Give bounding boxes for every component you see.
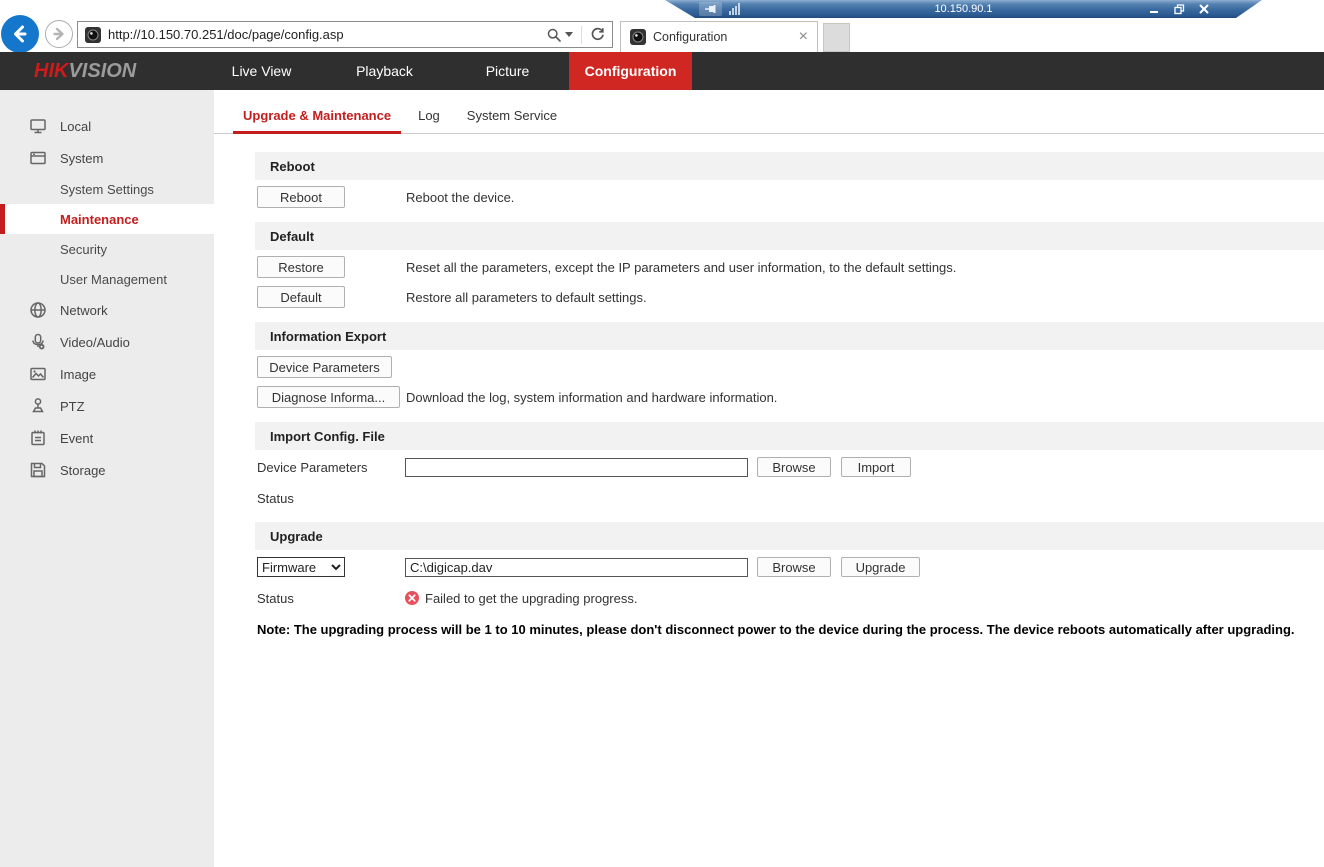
sidebar-item-maintenance[interactable]: Maintenance [0,204,214,234]
sidebar-item-storage[interactable]: Storage [0,454,214,486]
tab-close-icon[interactable]: × [799,29,808,45]
logo-vision: VISION [68,60,136,82]
section-header-information-export: Information Export [255,322,1324,350]
sidebar-item-system[interactable]: System [0,142,214,174]
sidebar: Local System System Settings Maintenance… [0,90,214,867]
import-button[interactable]: Import [841,457,911,477]
refresh-icon [590,27,605,42]
rdp-minimize-button[interactable] [1148,3,1160,15]
sidebar-item-image[interactable]: Image [0,358,214,390]
search-button[interactable] [547,28,573,42]
browser-forward-button[interactable] [45,20,73,48]
restore-button[interactable]: Restore [257,256,345,278]
error-status-icon [405,591,419,605]
section-header-reboot: Reboot [255,152,1324,180]
import-file-input[interactable] [405,458,748,477]
upgrade-button[interactable]: Upgrade [841,557,920,577]
sidebar-item-video-audio[interactable]: Video/Audio [0,326,214,358]
sidebar-item-event[interactable]: Event [0,422,214,454]
reboot-description: Reboot the device. [406,190,514,205]
import-config-row: Device Parameters Browse Import [257,456,1324,478]
nav-item-configuration[interactable]: Configuration [569,52,692,90]
floppy-disk-icon [29,461,47,479]
picture-icon [29,365,47,383]
import-status-row: Status [257,488,1324,508]
diagnose-information-row: Diagnose Informa... Download the log, sy… [257,386,1324,408]
close-icon [1199,4,1209,14]
reboot-button[interactable]: Reboot [257,186,345,208]
diagnose-description: Download the log, system information and… [406,390,777,405]
sidebar-item-ptz[interactable]: PTZ [0,390,214,422]
main-nav: Live View Playback Picture Configuration [200,52,692,90]
microphone-icon [29,333,47,351]
sidebar-item-network[interactable]: Network [0,294,214,326]
upgrade-status-label: Status [257,591,405,606]
section-header-import-config: Import Config. File [255,422,1324,450]
restore-row: Restore Reset all the parameters, except… [257,256,1324,278]
browser-back-button[interactable] [1,15,39,53]
nav-item-picture[interactable]: Picture [446,52,569,90]
restore-description: Reset all the parameters, except the IP … [406,260,956,275]
import-device-parameters-label: Device Parameters [257,460,405,475]
hikvision-logo: HIKVISION [34,52,136,90]
tab-system-service[interactable]: System Service [457,100,567,133]
globe-icon [29,301,47,319]
section-header-upgrade: Upgrade [255,522,1324,550]
search-icon [547,28,561,42]
notepad-icon [29,429,47,447]
tab-favicon-icon [630,29,646,45]
rdp-connection-bar: 10.150.90.1 [665,0,1262,18]
address-bar[interactable]: http://10.150.70.251/doc/page/config.asp [77,21,613,48]
refresh-button[interactable] [590,27,605,42]
site-favicon-icon [85,27,101,43]
tab-title: Configuration [653,30,727,44]
upgrade-file-input[interactable] [405,558,748,577]
url-text: http://10.150.70.251/doc/page/config.asp [108,27,344,42]
nav-item-live-view[interactable]: Live View [200,52,323,90]
sidebar-item-user-management[interactable]: User Management [0,264,214,294]
monitor-icon [29,117,47,135]
upgrade-status-text: Failed to get the upgrading progress. [425,591,637,606]
import-status-label: Status [257,491,405,506]
diagnose-information-button[interactable]: Diagnose Informa... [257,386,400,408]
section-header-default: Default [255,222,1324,250]
system-window-icon [29,149,47,167]
sidebar-item-local[interactable]: Local [0,110,214,142]
default-row: Default Restore all parameters to defaul… [257,286,1324,308]
device-parameters-export-button[interactable]: Device Parameters [257,356,392,378]
restore-icon [1174,4,1185,15]
reboot-row: Reboot Reboot the device. [257,186,1324,208]
config-tabs: Upgrade & Maintenance Log System Service [214,90,1324,134]
upgrade-row: Firmware Browse Upgrade [257,556,1324,578]
upgrade-note: Note: The upgrading process will be 1 to… [257,622,1324,637]
nav-item-playback[interactable]: Playback [323,52,446,90]
sidebar-item-system-settings[interactable]: System Settings [0,174,214,204]
tab-log[interactable]: Log [408,100,450,133]
upgrade-status-row: Status Failed to get the upgrading progr… [257,588,1324,608]
rdp-restore-button[interactable] [1173,3,1185,15]
main-content: Upgrade & Maintenance Log System Service… [214,90,1324,867]
upgrade-browse-button[interactable]: Browse [757,557,831,577]
ptz-camera-icon [29,397,47,415]
device-parameters-export-row: Device Parameters [257,356,1324,378]
screen: http://10.150.70.251/doc/page/config.asp [0,0,1324,867]
default-description: Restore all parameters to default settin… [406,290,647,305]
import-browse-button[interactable]: Browse [757,457,831,477]
minimize-icon [1149,4,1159,14]
new-tab-button[interactable] [823,23,850,52]
rdp-close-button[interactable] [1198,3,1210,15]
tab-upgrade-maintenance[interactable]: Upgrade & Maintenance [233,100,401,134]
upgrade-type-select[interactable]: Firmware [257,557,345,577]
default-button[interactable]: Default [257,286,345,308]
forward-arrow-icon [51,26,67,42]
search-dropdown-caret-icon [565,32,573,37]
back-arrow-icon [10,24,30,44]
logo-hik: HIK [34,60,68,82]
address-bar-divider [581,26,582,44]
app-header: HIKVISION Live View Playback Picture Con… [0,52,1324,90]
sidebar-item-security[interactable]: Security [0,234,214,264]
browser-tab-configuration[interactable]: Configuration × [620,21,818,52]
